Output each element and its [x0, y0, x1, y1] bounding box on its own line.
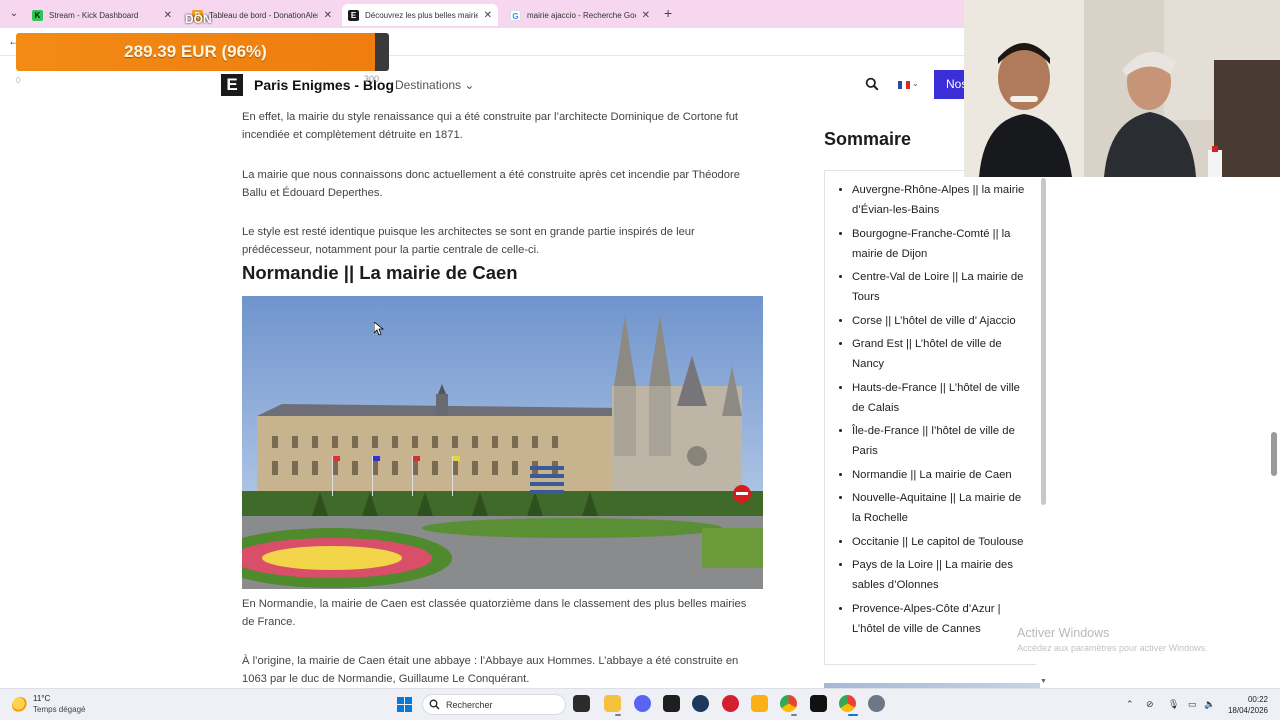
microphone-icon[interactable]: 🎙 [1168, 699, 1179, 710]
system-clock[interactable]: 00:22 18/04/2026 [1226, 694, 1268, 716]
french-flag-icon[interactable] [898, 81, 910, 89]
toc-item[interactable]: Occitanie || Le capitol de Toulouse [852, 532, 1030, 552]
search-icon[interactable] [865, 77, 879, 91]
search-placeholder: Rechercher [446, 700, 493, 710]
steam-icon[interactable] [692, 695, 709, 712]
site-favicon-icon: E [348, 9, 359, 21]
chevron-down-icon: ⌄ [912, 79, 919, 88]
toc-item[interactable]: Pays de la Loire || La mairie des sables… [852, 555, 1030, 595]
task-view-icon[interactable] [573, 695, 590, 712]
section-heading: Normandie || La mairie de Caen [242, 262, 518, 283]
search-icon [429, 699, 440, 710]
clock-date: 18/04/2026 [1227, 706, 1268, 715]
activate-windows-watermark: Activer Windows [1017, 626, 1110, 640]
toc-item[interactable]: Centre-Val de Loire || La mairie de Tour… [852, 267, 1030, 307]
running-indicator [615, 714, 621, 716]
weather-description[interactable]: Temps dégagé [33, 705, 85, 714]
taskbar-search-input[interactable]: Rechercher [422, 694, 566, 715]
tab-kick-dashboard[interactable]: K Stream - Kick Dashboard ✕ [26, 4, 178, 26]
network-icon[interactable]: ⊘ [1146, 699, 1154, 710]
epic-games-icon[interactable] [663, 695, 680, 712]
display-icon[interactable]: ▭ [1188, 699, 1197, 710]
toc-item[interactable]: Normandie || La mairie de Caen [852, 465, 1030, 485]
toc-item[interactable]: Auvergne-Rhône-Alpes || la mairie d’Évia… [852, 180, 1030, 220]
caen-abbey-photo [242, 296, 763, 589]
donation-amount: 289.39 EUR (96%) [124, 42, 267, 61]
article-paragraph: En effet, la mairie du style renaissance… [242, 111, 739, 141]
close-tab-icon[interactable]: ✕ [164, 10, 172, 21]
new-tab-icon[interactable]: + [664, 5, 672, 21]
activate-windows-hint: Accédez aux paramètres pour activer Wind… [1017, 643, 1208, 653]
volume-icon[interactable]: 🔈 [1204, 699, 1215, 710]
toc-item[interactable]: Bourgogne-Franche-Comté || la mairie de … [852, 224, 1030, 264]
kick-favicon-icon: K [32, 9, 43, 21]
file-explorer-icon[interactable] [604, 695, 621, 712]
tab-title: mairie ajaccio - Recherche Google [527, 10, 636, 20]
toc-title: Sommaire [824, 129, 912, 149]
toc-item[interactable]: Provence-Alpes-Côte d’Azur | L’hôtel de … [852, 599, 1030, 639]
tab-title: Stream - Kick Dashboard [49, 10, 139, 20]
webcam-overlay [964, 0, 1280, 177]
toc-item[interactable]: Corse || L’hôtel de ville d’ Ajaccio [852, 311, 1030, 331]
chrome-profile-icon[interactable] [839, 695, 856, 712]
tab-title: Tableau de bord - DonationAlerts [209, 10, 318, 20]
toc-item[interactable]: Île-de-France || l’hôtel de ville de Par… [852, 421, 1030, 461]
close-tab-icon[interactable]: ✕ [484, 10, 492, 21]
chrome-icon[interactable] [780, 695, 797, 712]
discord-icon[interactable] [634, 695, 651, 712]
start-button-icon[interactable] [397, 697, 412, 712]
article-paragraph: La mairie que nous connaissons donc actu… [242, 169, 740, 199]
donation-goal-bar: 289.39 EUR (96%) [16, 33, 389, 71]
tab-list-menu-icon[interactable]: ⌄ [6, 6, 22, 22]
page-scrollbar[interactable] [1271, 432, 1277, 476]
tab-title: Découvrez les plus belles mairies [365, 10, 478, 20]
red-app-icon[interactable] [722, 695, 739, 712]
weather-icon[interactable] [12, 697, 28, 713]
rockstar-icon[interactable] [751, 695, 768, 712]
toc-scrollbar[interactable] [1041, 178, 1046, 505]
show-hidden-icons-icon[interactable]: ⌃ [1126, 699, 1134, 710]
tab-google-search[interactable]: G mairie ajaccio - Recherche Google ✕ [504, 4, 656, 26]
donation-label: DON [185, 12, 212, 26]
close-tab-icon[interactable]: ✕ [324, 10, 332, 21]
toc-item[interactable]: Grand Est || L’hôtel de ville de Nancy [852, 334, 1030, 374]
site-logo[interactable]: E [221, 74, 243, 96]
article-paragraph: À l’origine, la mairie de Caen était une… [242, 655, 739, 685]
article-paragraph: En Normandie, la mairie de Caen est clas… [242, 598, 747, 628]
tab-mairies-article[interactable]: E Découvrez les plus belles mairies ✕ [342, 4, 498, 26]
google-favicon-icon: G [510, 9, 521, 21]
nav-destinations[interactable]: Destinations ⌄ [395, 78, 474, 92]
close-tab-icon[interactable]: ✕ [642, 10, 650, 21]
donation-goal-label: 300 [364, 74, 380, 84]
article-paragraph: Le style est resté identique puisque les… [242, 226, 695, 256]
settings-gear-icon[interactable] [868, 695, 885, 712]
scroll-down-arrow-icon[interactable]: ▼ [1040, 678, 1047, 685]
kick-icon[interactable] [810, 695, 827, 712]
weather-temperature[interactable]: 11°C [33, 694, 50, 703]
donation-start-label: 0 [16, 76, 21, 85]
running-indicator [791, 714, 797, 716]
toc-item[interactable]: Nouvelle-Aquitaine || La mairie de la Ro… [852, 488, 1030, 528]
clock-time: 00:22 [1247, 695, 1268, 704]
table-of-contents: Auvergne-Rhône-Alpes || la mairie d’Évia… [824, 170, 1036, 665]
active-indicator [848, 714, 858, 716]
mouse-cursor-icon [374, 322, 384, 336]
toc-item[interactable]: Hauts-de-France || L’hôtel de ville de C… [852, 378, 1030, 418]
